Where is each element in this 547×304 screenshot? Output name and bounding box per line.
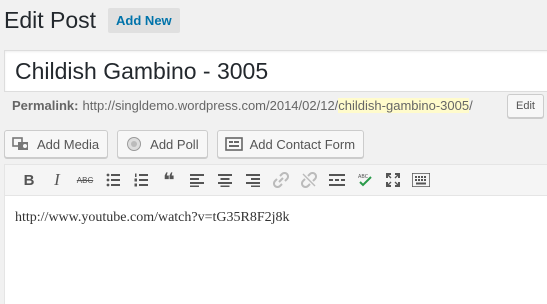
- contact-form-icon: [224, 135, 244, 153]
- read-more-icon[interactable]: [323, 168, 351, 192]
- poll-icon: [124, 135, 144, 153]
- add-media-label: Add Media: [37, 136, 100, 152]
- edit-permalink-button[interactable]: Edit: [507, 94, 544, 118]
- editor-content[interactable]: http://www.youtube.com/watch?v=tG35R8F2j…: [5, 196, 547, 240]
- media-icon: [11, 135, 31, 153]
- permalink-trailing-slash: /: [469, 97, 473, 113]
- add-media-button[interactable]: Add Media: [4, 130, 109, 158]
- permalink-slug[interactable]: childish-gambino-3005: [338, 97, 470, 113]
- add-poll-label: Add Poll: [150, 136, 199, 152]
- link-icon[interactable]: [267, 168, 295, 192]
- align-left-icon[interactable]: [183, 168, 211, 192]
- permalink-base-url[interactable]: http://singldemo.wordpress.com/2014/02/1…: [82, 98, 338, 113]
- strikethrough-icon[interactable]: ABC: [71, 168, 99, 192]
- add-contact-form-label: Add Contact Form: [249, 136, 356, 152]
- page-title: Edit Post: [4, 6, 97, 33]
- add-new-button[interactable]: Add New: [108, 7, 180, 33]
- italic-icon[interactable]: I: [43, 168, 71, 192]
- blockquote-icon[interactable]: ❝: [155, 168, 183, 192]
- align-right-icon[interactable]: [239, 168, 267, 192]
- media-buttons: Add Media Add Poll Add Contact Form: [4, 130, 365, 158]
- add-poll-button[interactable]: Add Poll: [117, 130, 208, 158]
- kitchen-sink-icon[interactable]: [407, 168, 435, 192]
- bold-icon[interactable]: B: [15, 168, 43, 192]
- unlink-icon[interactable]: [295, 168, 323, 192]
- page-header: Edit Post Add New: [4, 4, 180, 36]
- add-contact-form-button[interactable]: Add Contact Form: [216, 130, 365, 158]
- strike-glyph: ABC: [76, 175, 94, 185]
- svg-text:ABC: ABC: [358, 174, 369, 180]
- spellcheck-icon[interactable]: ABC: [351, 168, 379, 192]
- align-center-icon[interactable]: [211, 168, 239, 192]
- editor-toolbar: B I ABC ❝ ABC: [5, 165, 547, 196]
- bold-glyph: B: [23, 171, 35, 189]
- post-title-input[interactable]: Childish Gambino - 3005: [4, 50, 547, 92]
- bullet-list-icon[interactable]: [99, 168, 127, 192]
- editor: B I ABC ❝ ABC http://www.youtube.com/wat…: [4, 164, 547, 304]
- quote-glyph: ❝: [163, 168, 175, 192]
- permalink-label: Permalink:: [12, 97, 79, 113]
- permalink-row: Permalink: http://singldemo.wordpress.co…: [12, 94, 473, 116]
- fullscreen-icon[interactable]: [379, 168, 407, 192]
- numbered-list-icon[interactable]: [127, 168, 155, 192]
- italic-glyph: I: [54, 170, 60, 189]
